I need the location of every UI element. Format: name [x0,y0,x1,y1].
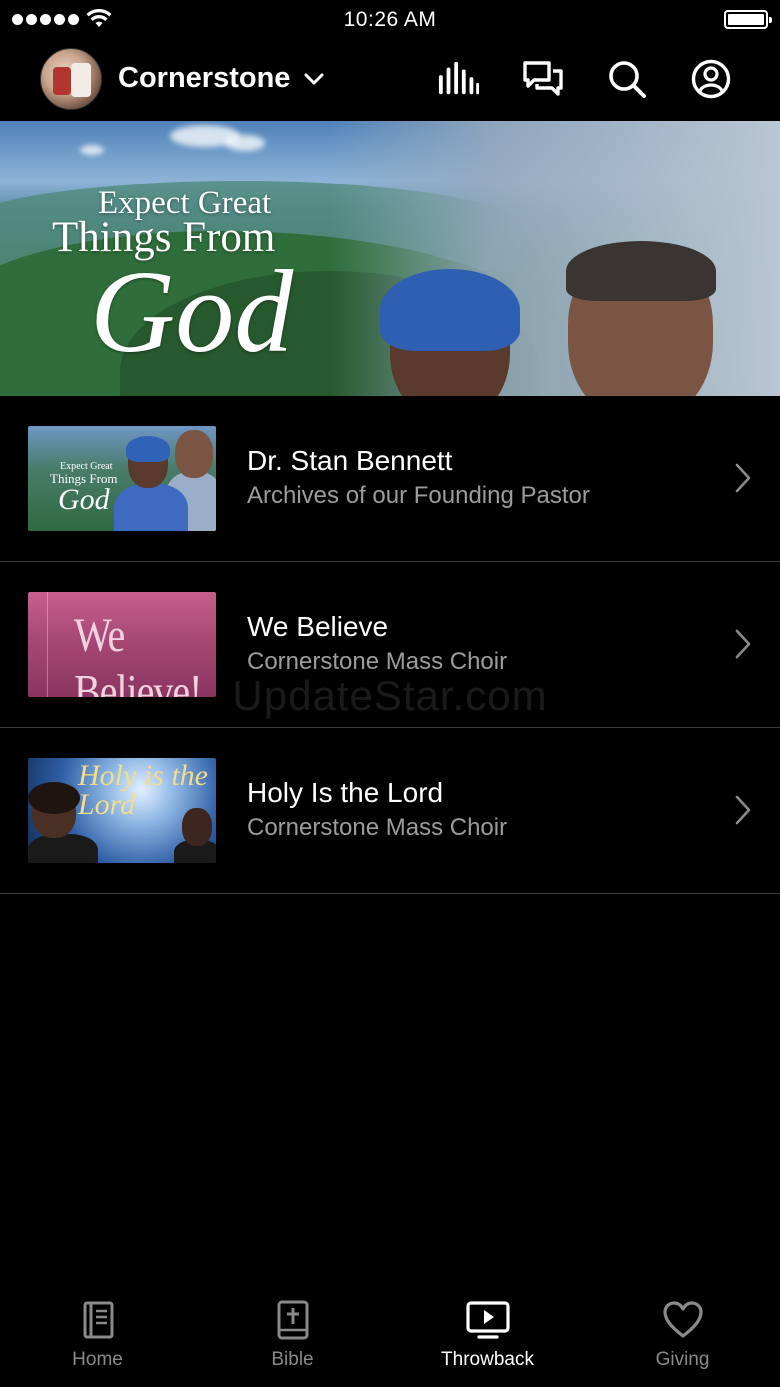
list-item-title: Dr. Stan Bennett [247,445,453,476]
app-name: Cornerstone [118,62,291,94]
tab-label: Giving [655,1349,710,1370]
battery-icon [724,10,772,29]
chevron-down-icon [304,73,324,84]
heart-icon [662,1299,704,1341]
tab-label: Bible [271,1349,314,1370]
book-icon [81,1299,115,1341]
list-item-thumbnail: Expect Great Things From God [28,426,216,531]
audio-bars-icon[interactable] [438,58,480,100]
tab-home[interactable]: Home [0,1287,195,1387]
list-item[interactable]: Holy is the Lord Holy Is the Lord Corner… [0,728,780,894]
list-item-subtitle: Archives of our Founding Pastor [247,482,590,509]
list-item-title: We Believe [247,611,389,642]
play-screen-icon [465,1299,511,1341]
media-list: Expect Great Things From God Dr. Stan Be… [0,396,780,894]
list-item-title: Holy Is the Lord [247,777,444,808]
church-switcher[interactable]: Cornerstone [118,62,324,95]
chevron-right-icon [735,463,751,493]
chevron-right-icon [735,629,751,659]
watermark: UpdateStar.com [232,672,548,719]
bottom-tab-bar: Home Bible Throwback Giving [0,1287,780,1387]
profile-icon[interactable] [690,58,732,100]
list-item-thumbnail: Holy is the Lord [28,758,216,863]
hero-banner[interactable]: Expect Great Things From God [0,121,780,396]
chevron-right-icon [735,795,751,825]
tab-bible[interactable]: Bible [195,1287,390,1387]
list-item[interactable]: Expect Great Things From God Dr. Stan Be… [0,396,780,562]
tab-label: Throwback [441,1349,534,1370]
status-time: 10:26 AM [343,8,437,31]
status-bar: 10:26 AM [0,0,780,40]
search-icon[interactable] [606,58,648,100]
church-avatar[interactable] [40,48,102,110]
app-header: Cornerstone [0,40,780,120]
tab-giving[interactable]: Giving [585,1287,780,1387]
bible-icon [276,1299,310,1341]
list-item-subtitle: Cornerstone Mass Choir [247,814,508,841]
tab-throwback[interactable]: Throwback [390,1287,585,1387]
tab-label: Home [72,1349,123,1370]
chat-icon[interactable] [522,58,564,100]
hero-line-3: God [90,246,294,377]
